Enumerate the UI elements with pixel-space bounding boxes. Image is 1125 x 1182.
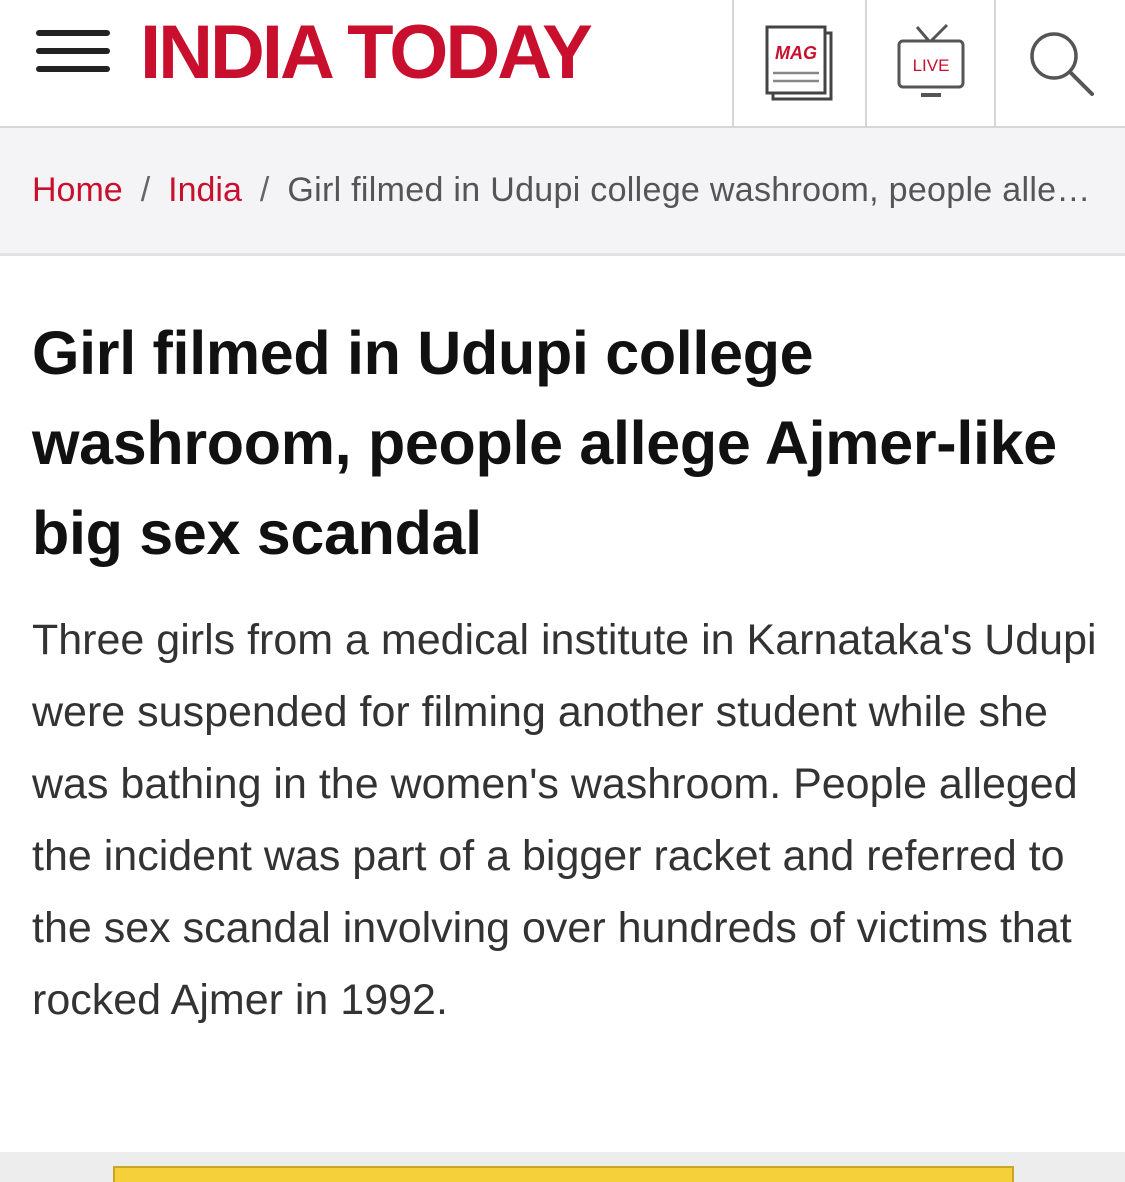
breadcrumb-india-link[interactable]: India: [168, 171, 242, 210]
breadcrumb-separator: /: [140, 171, 151, 209]
article-headline: Girl filmed in Udupi college washroom, p…: [32, 319, 1057, 567]
breadcrumb-current-page: Girl filmed in Udupi college washroom, p…: [287, 171, 1093, 209]
search-icon: [1029, 32, 1094, 96]
advertisement-banner[interactable]: [113, 1166, 1014, 1182]
magazine-icon: MAG: [765, 25, 833, 101]
search-button[interactable]: [994, 0, 1125, 126]
svg-text:MAG: MAG: [775, 43, 817, 63]
india-today-logo[interactable]: INDIA TODAY: [140, 10, 593, 96]
breadcrumb: Home / India / Girl filmed in Udupi coll…: [0, 128, 1125, 256]
magazine-button[interactable]: MAG: [732, 0, 866, 126]
live-tv-button[interactable]: LIVE: [865, 0, 995, 126]
article-summary: Three girls from a medical institute in …: [32, 616, 1097, 1024]
live-tv-icon: LIVE: [897, 23, 965, 97]
svg-text:LIVE: LIVE: [913, 56, 950, 75]
breadcrumb-separator: /: [259, 171, 270, 209]
breadcrumb-home-link[interactable]: Home: [32, 171, 123, 210]
site-header: INDIA TODAY MAG LIVE: [0, 0, 1125, 128]
hamburger-menu-icon[interactable]: [36, 28, 112, 74]
